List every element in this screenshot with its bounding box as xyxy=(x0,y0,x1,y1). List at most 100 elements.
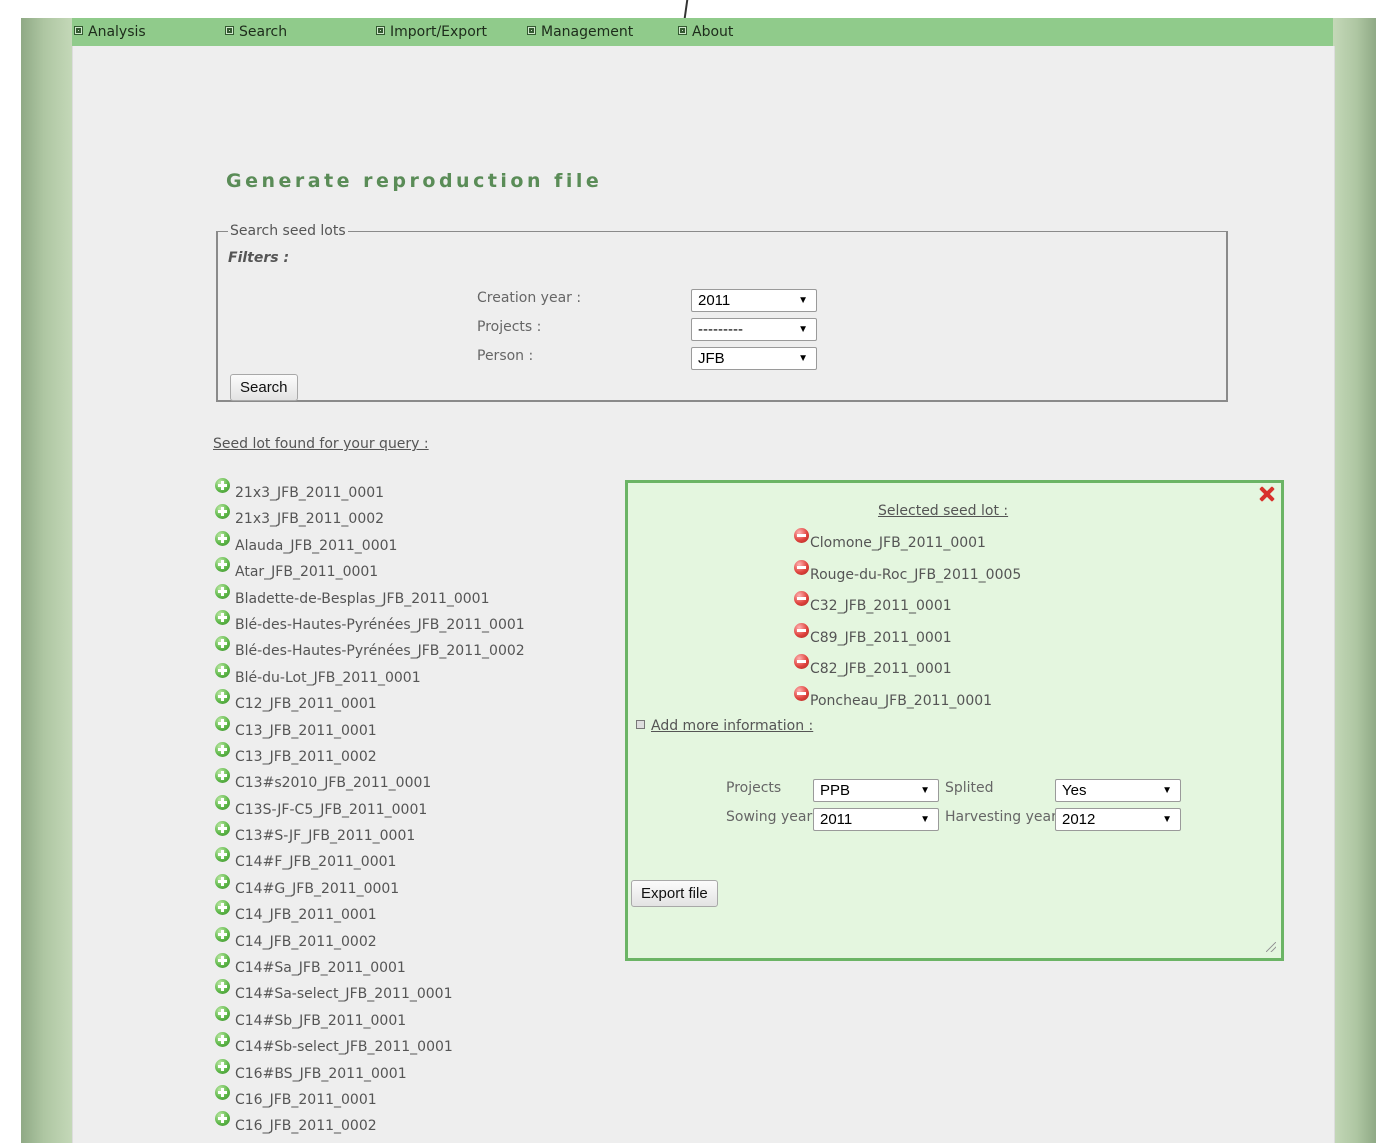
add-seed-lot-icon[interactable] xyxy=(215,1032,230,1048)
close-icon[interactable] xyxy=(1257,484,1277,504)
menu-item-import-export[interactable]: Import/Export xyxy=(376,18,487,46)
menu-item-about[interactable]: About xyxy=(678,18,733,46)
panel-projects-select[interactable]: PPB ▼ xyxy=(813,779,939,802)
seed-lot-result-item: C14#Sb-select_JFB_2011_0001 xyxy=(215,1032,525,1060)
seed-lot-name: C14#F_JFB_2011_0001 xyxy=(235,854,397,871)
add-seed-lot-icon[interactable] xyxy=(215,768,230,784)
seed-lot-result-item: 21x3_JFB_2011_0001 xyxy=(215,478,525,506)
projects-select[interactable]: --------- ▼ xyxy=(691,318,817,341)
seed-lot-result-item: C14#Sb_JFB_2011_0001 xyxy=(215,1005,525,1034)
splited-select[interactable]: Yes ▼ xyxy=(1055,779,1181,802)
add-seed-lot-icon[interactable] xyxy=(215,636,230,652)
seed-lot-result-item: Alauda_JFB_2011_0001 xyxy=(215,530,525,559)
add-seed-lot-icon[interactable] xyxy=(215,1084,230,1100)
remove-seed-lot-icon[interactable] xyxy=(794,528,809,543)
menu-item-management[interactable]: Management xyxy=(527,18,633,46)
export-file-button[interactable]: Export file xyxy=(631,880,718,907)
menu-item-label: Search xyxy=(239,24,288,40)
add-seed-lot-icon[interactable] xyxy=(215,1058,230,1074)
creation-year-select[interactable]: 2011 ▼ xyxy=(691,289,817,312)
menu-item-label: Management xyxy=(541,24,634,40)
add-seed-lot-icon[interactable] xyxy=(215,715,230,731)
selected-seed-lot-item: Clomone_JFB_2011_0001 xyxy=(794,528,1021,560)
main-menu: Analysis Search Import/Export Management… xyxy=(72,18,1333,46)
selected-seed-lot-name: Rouge-du-Roc_JFB_2011_0005 xyxy=(810,566,1022,583)
dropdown-arrow-icon: ▼ xyxy=(798,353,808,364)
resize-handle-icon[interactable] xyxy=(1266,942,1276,952)
seed-lot-result-item: C14#G_JFB_2011_0001 xyxy=(215,873,525,902)
selected-seed-lot-heading: Selected seed lot : xyxy=(878,503,1009,519)
add-seed-lot-icon[interactable] xyxy=(215,953,230,969)
add-seed-lot-icon[interactable] xyxy=(215,900,230,916)
remove-seed-lot-icon[interactable] xyxy=(794,654,809,669)
seed-lot-result-item: C12_JFB_2011_0001 xyxy=(215,689,525,717)
add-more-information-toggle[interactable]: Add more information : xyxy=(636,718,813,734)
add-seed-lot-icon[interactable] xyxy=(215,530,230,546)
search-seed-lots-fieldset: Search seed lots xyxy=(216,223,1228,402)
seed-lot-result-item: C13#s2010_JFB_2011_0001 xyxy=(215,768,525,796)
search-button[interactable]: Search xyxy=(230,374,298,401)
add-seed-lot-icon[interactable] xyxy=(215,689,230,705)
add-seed-lot-icon[interactable] xyxy=(215,609,230,625)
splited-label: Splited xyxy=(945,780,994,796)
projects-label: Projects : xyxy=(477,319,542,335)
remove-seed-lot-icon[interactable] xyxy=(794,591,809,606)
seed-lot-name: Blé-des-Hautes-Pyrénées_JFB_2011_0001 xyxy=(235,616,525,633)
sowing-year-label: Sowing year xyxy=(726,809,813,825)
seed-lot-name: C14_JFB_2011_0001 xyxy=(235,907,377,924)
remove-seed-lot-icon[interactable] xyxy=(794,622,809,638)
projects-value: --------- xyxy=(698,321,743,338)
remove-seed-lot-icon[interactable] xyxy=(794,685,809,701)
decorative-line xyxy=(683,0,689,18)
sowing-year-select[interactable]: 2011 ▼ xyxy=(813,808,939,831)
selected-seed-lot-name: C82_JFB_2011_0001 xyxy=(810,661,952,677)
seed-lot-name: C14_JFB_2011_0002 xyxy=(235,933,377,950)
add-seed-lot-icon[interactable] xyxy=(215,873,230,889)
seed-lot-name: C14#G_JFB_2011_0001 xyxy=(235,880,400,897)
add-seed-lot-icon[interactable] xyxy=(215,847,230,863)
add-seed-lot-icon[interactable] xyxy=(215,1111,230,1127)
square-bullet-icon xyxy=(527,26,536,35)
menu-item-search[interactable]: Search xyxy=(225,18,287,46)
seed-lot-name: C13#S-JF_JFB_2011_0001 xyxy=(235,828,416,845)
add-seed-lot-icon[interactable] xyxy=(215,741,230,757)
add-seed-lot-icon[interactable] xyxy=(215,1005,230,1021)
page-title: Generate reproduction file xyxy=(226,170,603,192)
add-seed-lot-icon[interactable] xyxy=(215,583,230,599)
seed-lot-result-item: Blé-des-Hautes-Pyrénées_JFB_2011_0001 xyxy=(215,609,525,638)
add-seed-lot-icon[interactable] xyxy=(215,504,230,520)
add-seed-lot-icon[interactable] xyxy=(215,794,230,810)
square-bullet-icon xyxy=(636,720,645,729)
seed-lot-name: C13_JFB_2011_0001 xyxy=(235,722,377,739)
person-select[interactable]: JFB ▼ xyxy=(691,347,817,370)
add-seed-lot-icon[interactable] xyxy=(215,821,230,837)
menu-item-label: Analysis xyxy=(88,24,146,40)
add-seed-lot-icon[interactable] xyxy=(215,662,230,678)
selected-seed-lot-name: Clomone_JFB_2011_0001 xyxy=(810,535,986,551)
seed-lot-name: C14#Sb_JFB_2011_0001 xyxy=(235,1012,407,1029)
seed-lot-result-item: C13_JFB_2011_0001 xyxy=(215,715,525,744)
square-bullet-icon xyxy=(678,26,687,35)
selected-seed-lot-name: Poncheau_JFB_2011_0001 xyxy=(810,692,993,709)
seed-lot-name: C16_JFB_2011_0002 xyxy=(235,1118,377,1135)
selected-seed-lot-item: C32_JFB_2011_0001 xyxy=(794,591,1021,623)
person-label: Person : xyxy=(477,348,534,364)
selected-seed-lot-item: C89_JFB_2011_0001 xyxy=(794,622,1021,655)
seed-lot-result-item: C14#Sa_JFB_2011_0001 xyxy=(215,953,525,981)
harvesting-year-value: 2012 xyxy=(1062,811,1096,828)
remove-seed-lot-icon[interactable] xyxy=(794,559,809,575)
add-more-information-label: Add more information : xyxy=(651,718,814,734)
seed-lot-name: C13_JFB_2011_0002 xyxy=(235,748,377,765)
add-seed-lot-icon[interactable] xyxy=(215,926,230,942)
seed-lot-name: Bladette-de-Besplas_JFB_2011_0001 xyxy=(235,590,490,607)
seed-lot-result-item: C14_JFB_2011_0002 xyxy=(215,926,525,955)
add-seed-lot-icon[interactable] xyxy=(215,478,230,493)
menu-item-analysis[interactable]: Analysis xyxy=(74,18,146,46)
add-seed-lot-icon[interactable] xyxy=(215,557,230,573)
seed-lot-name: C14#Sb-select_JFB_2011_0001 xyxy=(235,1039,453,1056)
seed-lot-name: C16_JFB_2011_0001 xyxy=(235,1091,377,1108)
harvesting-year-select[interactable]: 2012 ▼ xyxy=(1055,808,1181,831)
add-seed-lot-icon[interactable] xyxy=(215,979,230,995)
seed-lot-result-item: 21x3_JFB_2011_0002 xyxy=(215,504,525,532)
seed-lot-result-item: C16#BS_JFB_2011_0001 xyxy=(215,1058,525,1087)
